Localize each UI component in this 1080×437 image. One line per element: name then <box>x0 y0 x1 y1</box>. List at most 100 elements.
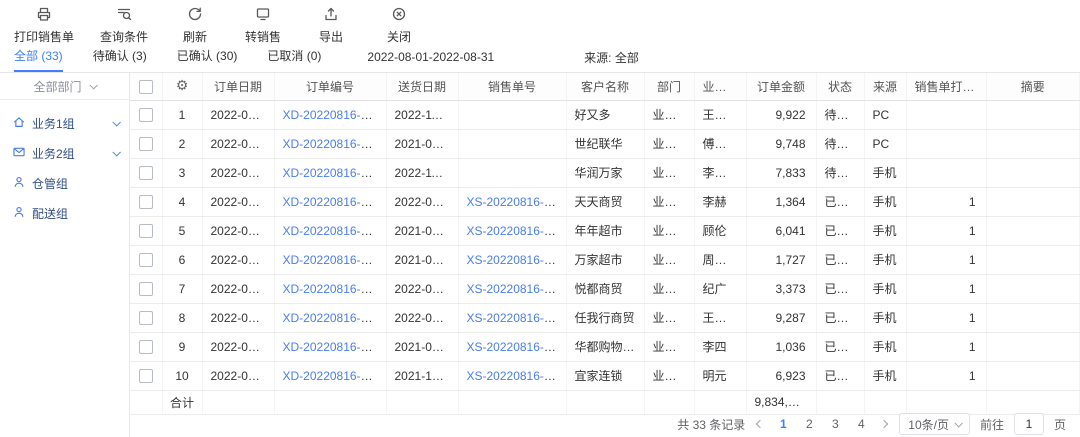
cell-source: PC <box>864 100 906 129</box>
cell-amount: 9,748 <box>746 129 816 158</box>
cell-delivery-date: 2021-03-12 <box>386 216 458 245</box>
cell-customer: 华润万家 <box>566 158 644 187</box>
sidebar-item-label: 仓管组 <box>32 175 119 192</box>
next-page-button[interactable] <box>879 421 889 427</box>
sales-no-link[interactable]: XS-20220816-000009 <box>467 369 567 383</box>
cell-source: 手机 <box>864 187 906 216</box>
page-number-1[interactable]: 1 <box>775 417 791 431</box>
cell-delivery-date: 2022-02-20 <box>386 187 458 216</box>
row-checkbox[interactable] <box>139 224 153 238</box>
transfer-icon <box>255 6 271 25</box>
order-no-link[interactable]: XD-20220816-000014 <box>283 224 387 238</box>
cell-status: 已确认 <box>816 361 864 390</box>
cell-salesperson: 王乐康 <box>694 303 746 332</box>
sidebar-item-label: 业务2组 <box>32 145 107 162</box>
date-range-filter[interactable]: 2022-08-01-2022-08-31 <box>367 50 494 64</box>
order-no-link[interactable]: XD-20220816-000013 <box>283 253 387 267</box>
page-size-select[interactable]: 10条/页 <box>899 413 970 435</box>
refresh-button[interactable]: 刷新 <box>174 6 216 45</box>
page-number-2[interactable]: 2 <box>801 417 817 431</box>
cell-index: 10 <box>162 361 202 390</box>
row-checkbox[interactable] <box>139 195 153 209</box>
col-delivery-date: 送货日期 <box>386 73 458 100</box>
row-checkbox[interactable] <box>139 137 153 151</box>
chevron-down-icon[interactable] <box>112 118 120 126</box>
tab-all[interactable]: 全部 (33) <box>14 42 63 72</box>
chevron-down-icon <box>89 81 97 89</box>
cell-summary <box>986 245 1080 274</box>
cell-salesperson: 纪广 <box>694 274 746 303</box>
cell-order-date: 2022-08-10 <box>202 274 274 303</box>
prev-page-button[interactable] <box>755 421 765 427</box>
sidebar-item-label: 配送组 <box>32 205 119 222</box>
sales-no-link[interactable]: XS-20220816-000011 <box>467 311 567 325</box>
row-checkbox[interactable] <box>139 253 153 267</box>
select-all-checkbox[interactable] <box>139 80 153 94</box>
order-no-link[interactable]: XD-20220816-000017 <box>283 137 387 151</box>
cell-print-count <box>906 158 986 187</box>
chevron-down-icon[interactable] <box>112 148 120 156</box>
cell-summary <box>986 332 1080 361</box>
cell-index: 4 <box>162 187 202 216</box>
cell-sales-no <box>458 129 566 158</box>
cell-print-count: 1 <box>906 216 986 245</box>
order-no-link[interactable]: XD-20220816-000009 <box>283 369 387 383</box>
tab-confirmed[interactable]: 已确认 (30) <box>177 42 238 72</box>
sidebar-item-business-group-1[interactable]: 业务1组 <box>0 108 129 138</box>
order-no-link[interactable]: XD-20220816-000015 <box>283 195 387 209</box>
row-checkbox[interactable] <box>139 340 153 354</box>
query-conditions-button[interactable]: 查询条件 <box>100 6 148 45</box>
sales-no-link[interactable]: XS-20220816-000013 <box>467 253 567 267</box>
cell-summary <box>986 216 1080 245</box>
sales-no-link[interactable]: XS-20220816-000012 <box>467 282 567 296</box>
page-number-4[interactable]: 4 <box>853 417 869 431</box>
row-checkbox[interactable] <box>139 282 153 296</box>
row-checkbox[interactable] <box>139 311 153 325</box>
cell-salesperson: 李赫 <box>694 187 746 216</box>
close-icon <box>391 6 407 25</box>
source-filter[interactable]: 来源: 全部 <box>584 49 639 66</box>
order-no-link[interactable]: XD-20220816-000012 <box>283 282 387 296</box>
gear-icon[interactable]: ⚙ <box>176 78 189 94</box>
sidebar-item-warehouse-group[interactable]: 仓管组 <box>0 168 129 198</box>
tab-pending-confirm[interactable]: 待确认 (3) <box>93 42 147 72</box>
cell-status: 已确认 <box>816 216 864 245</box>
cell-delivery-date: 2021-04-14 <box>386 245 458 274</box>
sidebar-item-delivery-group[interactable]: 配送组 <box>0 198 129 228</box>
order-no-link[interactable]: XD-20220816-000011 <box>283 311 387 325</box>
goto-page-input[interactable] <box>1014 413 1044 435</box>
sales-no-link[interactable]: XS-20220816-000010 <box>467 340 567 354</box>
sales-no-link[interactable]: XS-20220816-000015 <box>467 195 567 209</box>
cell-source: 手机 <box>864 332 906 361</box>
cell-status: 待确认 <box>816 129 864 158</box>
transfer-to-sales-button[interactable]: 转销售 <box>242 6 284 45</box>
orders-panel: ⚙ 订单日期 订单编号 送货日期 销售单号 客户名称 部门 业务员 订单金额 状… <box>130 73 1080 437</box>
cell-source: PC <box>864 129 906 158</box>
order-no-link[interactable]: XD-20220816-000018 <box>283 108 387 122</box>
cell-source: 手机 <box>864 216 906 245</box>
row-checkbox[interactable] <box>139 166 153 180</box>
table-row: 22022-08-15XD-20220816-0000172021-02-06世… <box>130 129 1080 158</box>
cell-sales-no <box>458 158 566 187</box>
cell-department: 业务二部 <box>644 274 694 303</box>
sales-no-link[interactable]: XS-20220816-000014 <box>467 224 567 238</box>
page-number-3[interactable]: 3 <box>827 417 843 431</box>
order-no-link[interactable]: XD-20220816-000010 <box>283 340 387 354</box>
row-checkbox[interactable] <box>139 369 153 383</box>
row-checkbox[interactable] <box>139 108 153 122</box>
order-no-link[interactable]: XD-20220816-000016 <box>283 166 387 180</box>
department-select[interactable]: 全部部门 <box>0 73 129 100</box>
col-sales-no: 销售单号 <box>458 73 566 100</box>
tab-cancelled[interactable]: 已取消 (0) <box>267 42 321 72</box>
table-row: 32022-08-14XD-20220816-0000162022-11-01华… <box>130 158 1080 187</box>
cell-status: 已确认 <box>816 245 864 274</box>
cell-order-date: 2022-08-11 <box>202 245 274 274</box>
cell-salesperson: 顾伦 <box>694 216 746 245</box>
cell-index: 5 <box>162 216 202 245</box>
pagination: 共 33 条记录 1 2 3 4 10条/页 前往 页 <box>130 415 1080 437</box>
close-button[interactable]: 关闭 <box>378 6 420 45</box>
export-button[interactable]: 导出 <box>310 6 352 45</box>
table-row: 82022-08-09XD-20220816-0000112022-01-09X… <box>130 303 1080 332</box>
sidebar-item-business-group-2[interactable]: 业务2组 <box>0 138 129 168</box>
print-sales-order-button[interactable]: 打印销售单 <box>14 6 74 45</box>
